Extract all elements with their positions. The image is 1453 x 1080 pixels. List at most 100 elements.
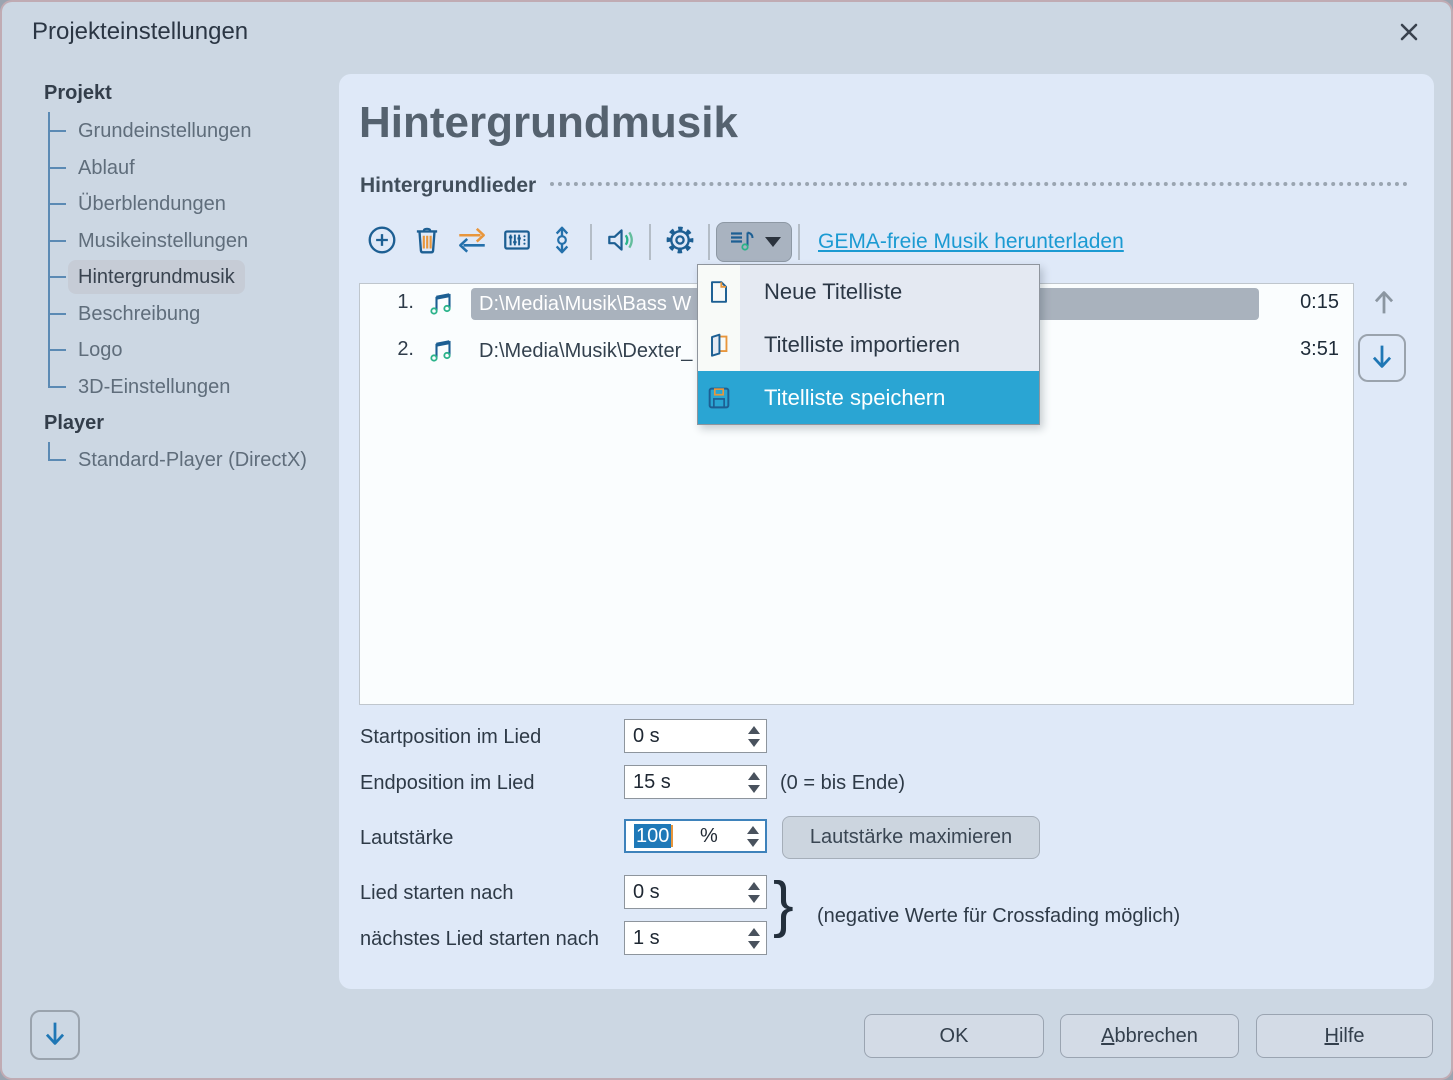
- menu-item-new-titlelist[interactable]: Neue Titelliste: [698, 265, 1039, 318]
- sidebar-item-beschreibung[interactable]: Beschreibung: [68, 297, 210, 331]
- music-note-icon: [426, 336, 456, 371]
- spinner-arrows[interactable]: [748, 720, 760, 752]
- window-title: Projekteinstellungen: [32, 18, 248, 46]
- gema-music-link[interactable]: GEMA-freie Musik herunterladen: [818, 230, 1124, 254]
- swap-order-button[interactable]: [449, 222, 494, 262]
- close-button[interactable]: [1391, 16, 1427, 52]
- nav-header-projekt: Projekt: [44, 82, 112, 105]
- tree-line: [48, 442, 50, 460]
- new-document-icon: [698, 278, 740, 306]
- volume-input[interactable]: 100 %: [624, 819, 767, 853]
- sidebar-item-logo[interactable]: Logo: [68, 333, 133, 367]
- vertical-arrows-icon: [546, 224, 578, 261]
- section-label: Hintergrundlieder: [360, 174, 536, 198]
- sidebar-item-hintergrundmusik[interactable]: Hintergrundmusik: [68, 260, 245, 294]
- nav-header-player: Player: [44, 412, 104, 435]
- volume-label: Lautstärke: [360, 827, 453, 850]
- titlelist-menu-button[interactable]: [716, 222, 792, 262]
- song-start-input[interactable]: 0 s: [624, 875, 767, 909]
- speaker-icon: [604, 224, 638, 261]
- music-note-icon: [426, 289, 456, 324]
- project-settings-dialog: Projekteinstellungen Projekt Grundeinste…: [0, 0, 1453, 1080]
- sidebar-item-ueberblendungen[interactable]: Überblendungen: [68, 187, 236, 221]
- playlist-icon: [727, 225, 757, 260]
- page-title: Hintergrundmusik: [359, 98, 738, 148]
- section-divider: [550, 182, 1408, 186]
- titlelist-dropdown-menu: Neue Titelliste Titelliste importieren T…: [697, 264, 1040, 425]
- cancel-button[interactable]: Abbrechen: [1060, 1014, 1239, 1058]
- next-song-label: nächstes Lied starten nach: [360, 928, 599, 951]
- add-song-button[interactable]: [359, 222, 404, 262]
- volume-value: 100: [634, 824, 671, 848]
- song-duration: 0:15: [1300, 291, 1339, 314]
- sidebar-item-standard-player[interactable]: Standard-Player (DirectX): [68, 443, 317, 477]
- next-song-input[interactable]: 1 s: [624, 921, 767, 955]
- text-caret: [671, 825, 673, 847]
- row-index: 2.: [378, 338, 414, 361]
- next-song-value: 1 s: [633, 927, 660, 950]
- mixer-icon: [501, 224, 533, 261]
- toolbar-separator: [590, 224, 592, 260]
- volume-button[interactable]: [598, 222, 643, 262]
- ok-button[interactable]: OK: [864, 1014, 1044, 1058]
- spinner-arrows[interactable]: [747, 821, 759, 851]
- start-position-value: 0 s: [633, 725, 660, 748]
- add-icon: [366, 224, 398, 261]
- end-position-note: (0 = bis Ende): [780, 772, 905, 795]
- toolbar-separator: [708, 224, 710, 260]
- help-accesskey: H: [1324, 1025, 1338, 1048]
- move-up-button[interactable]: [1360, 281, 1408, 329]
- arrow-up-icon: [1369, 288, 1399, 323]
- menu-item-label: Titelliste importieren: [740, 332, 960, 358]
- hintergrundmusik-panel: Hintergrundmusik Hintergrundlieder: [339, 74, 1434, 989]
- end-position-value: 15 s: [633, 771, 671, 794]
- tree-line: [48, 112, 50, 388]
- end-position-label: Endposition im Lied: [360, 772, 535, 795]
- save-document-icon: [698, 384, 740, 412]
- sidebar-item-ablauf[interactable]: Ablauf: [68, 151, 145, 185]
- settings-button[interactable]: [657, 222, 702, 262]
- arrow-down-icon: [1367, 341, 1397, 376]
- song-start-label: Lied starten nach: [360, 882, 513, 905]
- swap-arrows-icon: [455, 224, 489, 261]
- menu-item-label: Neue Titelliste: [740, 279, 902, 305]
- end-position-input[interactable]: 15 s: [624, 765, 767, 799]
- mixer-button[interactable]: [494, 222, 539, 262]
- delete-song-button[interactable]: [404, 222, 449, 262]
- toolbar-separator: [649, 224, 651, 260]
- gear-icon: [663, 223, 697, 262]
- cancel-accesskey: A: [1101, 1025, 1114, 1048]
- close-icon: [1396, 19, 1422, 50]
- crossfade-note: (negative Werte für Crossfading möglich): [817, 905, 1180, 928]
- spinner-arrows[interactable]: [748, 876, 760, 908]
- song-path: D:\Media\Musik\Dexter_: [471, 335, 700, 367]
- cancel-label-rest: bbrechen: [1114, 1025, 1197, 1048]
- volume-unit: %: [700, 825, 718, 848]
- arrow-down-icon: [40, 1018, 70, 1053]
- maximize-volume-button[interactable]: Lautstärke maximieren: [782, 816, 1040, 859]
- playlist-toolbar: GEMA-freie Musik herunterladen: [359, 220, 1124, 264]
- move-down-button[interactable]: [1358, 334, 1406, 382]
- start-position-input[interactable]: 0 s: [624, 719, 767, 753]
- menu-item-import-titlelist[interactable]: Titelliste importieren: [698, 318, 1039, 371]
- sidebar-item-3d-einstellungen[interactable]: 3D-Einstellungen: [68, 370, 240, 404]
- chevron-down-icon: [765, 237, 781, 247]
- song-start-value: 0 s: [633, 881, 660, 904]
- row-index: 1.: [378, 291, 414, 314]
- spinner-arrows[interactable]: [748, 766, 760, 798]
- crossfade-brace: }: [773, 874, 794, 936]
- section-header: Hintergrundlieder: [360, 174, 1408, 198]
- menu-item-save-titlelist[interactable]: Titelliste speichern: [698, 371, 1039, 424]
- sidebar-item-grundeinstellungen[interactable]: Grundeinstellungen: [68, 114, 261, 148]
- import-document-icon: [698, 331, 740, 359]
- toolbar-separator: [798, 224, 800, 260]
- vertical-position-button[interactable]: [539, 222, 584, 262]
- menu-item-label: Titelliste speichern: [740, 385, 945, 411]
- help-button[interactable]: Hilfe: [1256, 1014, 1433, 1058]
- trash-icon: [411, 224, 443, 261]
- spinner-arrows[interactable]: [748, 922, 760, 954]
- collapse-dialog-button[interactable]: [30, 1010, 80, 1060]
- sidebar-item-musikeinstellungen[interactable]: Musikeinstellungen: [68, 224, 258, 258]
- start-position-label: Startposition im Lied: [360, 726, 541, 749]
- song-duration: 3:51: [1300, 338, 1339, 361]
